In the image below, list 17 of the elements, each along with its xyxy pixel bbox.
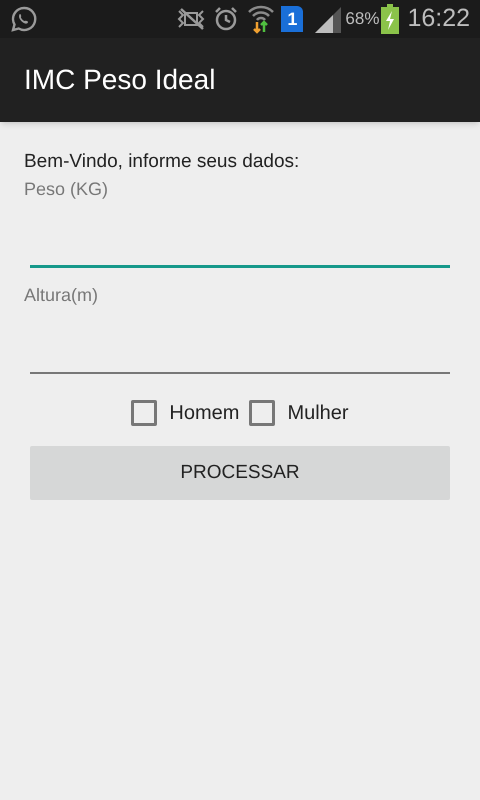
battery-charging-icon — [381, 4, 400, 34]
alarm-icon — [213, 6, 240, 32]
process-button[interactable]: PROCESSAR — [30, 446, 450, 500]
checkbox-label: Homem — [169, 401, 240, 426]
sim-card-icon: 1 — [281, 6, 304, 32]
clock: 16:22 — [407, 3, 470, 34]
signal-icon — [313, 5, 342, 33]
whatsapp-icon — [10, 5, 38, 33]
welcome-text: Bem-Vindo, informe seus dados: — [24, 150, 300, 174]
checkbox-label: Mulher — [287, 401, 349, 426]
field-label: Altura(m) — [24, 284, 100, 306]
app-title: IMC Peso Ideal — [24, 63, 216, 97]
battery-percent: 68% — [345, 8, 380, 30]
field-label: Peso (KG) — [24, 178, 110, 200]
wifi-icon — [247, 4, 276, 34]
checkbox[interactable] — [131, 400, 158, 426]
checkbox[interactable] — [249, 400, 276, 426]
